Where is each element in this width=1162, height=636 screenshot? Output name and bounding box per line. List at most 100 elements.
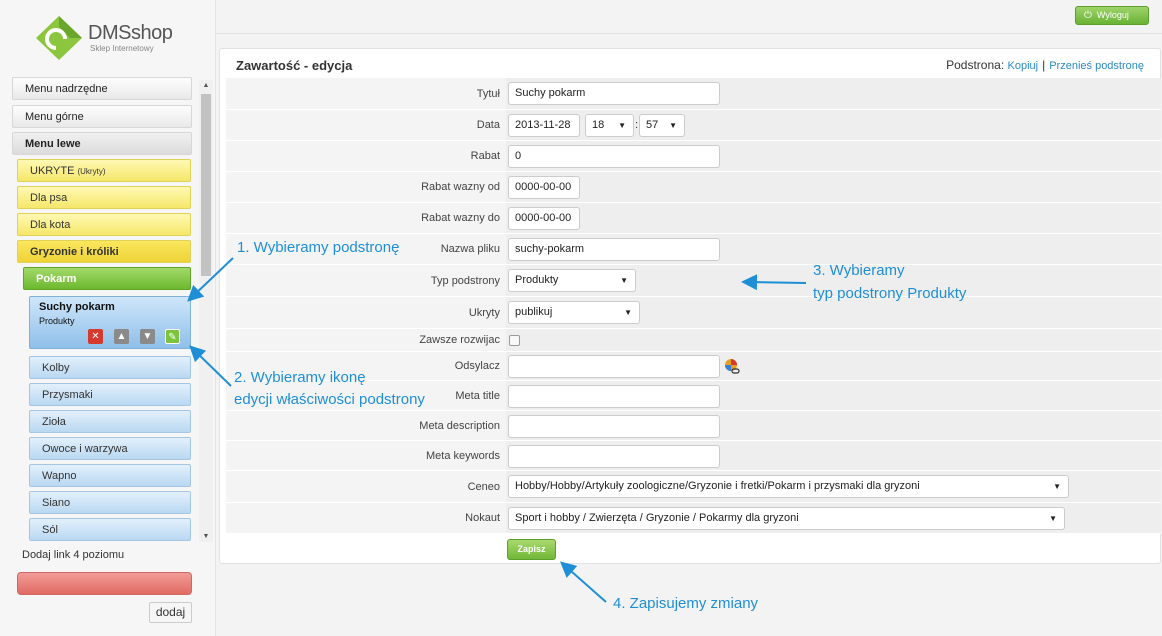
hidden-select[interactable]: publikuj (508, 301, 640, 324)
sidebar-item-label: Pokarm (36, 273, 77, 285)
discount-from-input[interactable]: 0000-00-00 (508, 176, 580, 199)
field-cell (506, 411, 1161, 441)
meta-keywords-input[interactable] (508, 445, 720, 468)
sidebar-item-kolby[interactable]: Kolby (29, 356, 191, 379)
sidebar-item-sol[interactable]: Sól (29, 518, 191, 541)
field-label: Rabat wazny od (226, 172, 506, 203)
field-cell: suchy-pokarm (506, 234, 1161, 265)
sidebar-item-wapno[interactable]: Wapno (29, 464, 191, 487)
sidebar-item-label: Zioła (42, 416, 66, 428)
sidebar-item-przysmaki[interactable]: Przysmaki (29, 383, 191, 406)
sidebar-item-ziola[interactable]: Zioła (29, 410, 191, 433)
sidebar-item-menu-lewe[interactable]: Menu lewe (12, 132, 192, 155)
discount-to-input[interactable]: 0000-00-00 (508, 207, 580, 230)
field-label: Rabat (226, 141, 506, 172)
edit-form: Tytuł Suchy pokarm Data 2013-11-28 18 : … (226, 78, 1161, 534)
always-expand-checkbox[interactable] (509, 335, 520, 346)
logout-button[interactable]: ⏻ Wyloguj (1075, 6, 1149, 25)
form-row-ceneo: Ceneo Hobby/Hobby/Artykuły zoologiczne/G… (226, 471, 1161, 503)
form-row-page-type: Typ podstrony Produkty (226, 265, 1161, 297)
add-link-label: Dodaj link 4 poziomu (22, 549, 125, 561)
sidebar-item-label: UKRYTE (30, 165, 75, 177)
add-button[interactable]: dodaj (149, 602, 192, 623)
link-picker-icon[interactable] (724, 358, 740, 374)
scrollbar-thumb[interactable] (201, 94, 211, 276)
title-input[interactable]: Suchy pokarm (508, 82, 720, 105)
meta-description-input[interactable] (508, 415, 720, 438)
minute-select[interactable]: 57 (639, 114, 685, 137)
sidebar-item-suchy-pokarm[interactable]: Suchy pokarm Produkty ✕ ▲ ▼ ✎ (29, 296, 191, 349)
sidebar-item-ukryte[interactable]: UKRYTE (Ukryty) (17, 159, 191, 182)
edit-icon[interactable]: ✎ (165, 329, 180, 344)
sidebar-item-label: Menu górne (25, 111, 84, 123)
sidebar-item-label: Owoce i warzywa (42, 443, 128, 455)
sidebar-item-label: Menu nadrzędne (25, 83, 108, 95)
form-row-discount-to: Rabat wazny do 0000-00-00 (226, 203, 1161, 234)
sidebar-item-label: Siano (42, 497, 71, 509)
move-down-icon[interactable]: ▼ (140, 329, 155, 344)
hour-select[interactable]: 18 (585, 114, 634, 137)
form-row-redirect: Odsylacz (226, 352, 1161, 381)
scroll-down-icon[interactable]: ▼ (199, 533, 213, 540)
sidebar-item-label: Dla kota (30, 219, 71, 231)
field-label: Ceneo (226, 471, 506, 503)
meta-title-input[interactable] (508, 385, 720, 408)
subpage-actions: Podstrona: Kopiuj | Przenieś podstronę (946, 58, 1144, 72)
subpage-label: Podstrona: (946, 58, 1005, 72)
form-row-discount-from: Rabat wazny od 0000-00-00 (226, 172, 1161, 203)
ceneo-select[interactable]: Hobby/Hobby/Artykuły zoologiczne/Gryzoni… (508, 475, 1069, 498)
scroll-up-icon[interactable]: ▲ (199, 82, 213, 89)
sidebar-item-menu-gorne[interactable]: Menu górne (12, 105, 192, 128)
content-edit-panel: Zawartość - edycja Podstrona: Kopiuj | Prz… (219, 48, 1161, 564)
field-label: Meta description (226, 411, 506, 441)
field-cell: 2013-11-28 18 : 57 (506, 110, 1161, 141)
field-label: Nokaut (226, 503, 506, 534)
logout-label: Wyloguj (1096, 10, 1129, 20)
sidebar-item-label: Menu lewe (25, 138, 81, 150)
panel-title: Zawartość - edycja (236, 58, 353, 73)
field-label: Zawsze rozwijac (226, 329, 506, 352)
sidebar-item-pokarm[interactable]: Pokarm (23, 267, 191, 290)
save-button[interactable]: Zapisz (507, 539, 556, 560)
arrow-step-4 (560, 561, 607, 603)
field-label: Typ podstrony (226, 265, 506, 297)
link-separator: | (1042, 58, 1046, 72)
move-subpage-link[interactable]: Przenieś podstronę (1049, 60, 1144, 72)
hidden-value: publikuj (515, 306, 553, 318)
active-item-title: Suchy pokarm (39, 301, 115, 313)
annotation-step-2-line-2: edycji właściwości podstrony (234, 391, 425, 408)
delete-icon[interactable]: ✕ (88, 329, 103, 344)
date-input[interactable]: 2013-11-28 (508, 114, 580, 137)
form-row-nokaut: Nokaut Sport i hobby / Zwierzęta / Gryzo… (226, 503, 1161, 534)
field-cell: Hobby/Hobby/Artykuły zoologiczne/Gryzoni… (506, 471, 1161, 503)
sidebar-item-dla-psa[interactable]: Dla psa (17, 186, 191, 209)
page-type-select[interactable]: Produkty (508, 269, 636, 292)
field-label: Tytuł (226, 78, 506, 110)
sidebar-item-gryzonie[interactable]: Gryzonie i króliki (17, 240, 191, 263)
redirect-input[interactable] (508, 355, 720, 378)
discount-input[interactable]: 0 (508, 145, 720, 168)
sidebar-menu: Menu nadrzędne Menu górne Menu lewe UKRY… (12, 77, 212, 542)
ceneo-value: Hobby/Hobby/Artykuły zoologiczne/Gryzoni… (515, 480, 920, 492)
field-cell: 0 (506, 141, 1161, 172)
sidebar-item-menu-nadrzedne[interactable]: Menu nadrzędne (12, 77, 192, 100)
copy-link[interactable]: Kopiuj (1008, 60, 1039, 72)
form-row-hidden: Ukryty publikuj (226, 297, 1161, 329)
move-up-icon[interactable]: ▲ (114, 329, 129, 344)
field-label: Rabat wazny do (226, 203, 506, 234)
field-cell: Sport i hobby / Zwierzęta / Gryzonie / P… (506, 503, 1161, 534)
annotation-step-2-line-1: 2. Wybieramy ikonę (234, 369, 366, 386)
sidebar-item-label: Przysmaki (42, 389, 93, 401)
nokaut-select[interactable]: Sport i hobby / Zwierzęta / Gryzonie / P… (508, 507, 1065, 530)
time-separator: : (635, 119, 639, 131)
form-row-discount: Rabat 0 (226, 141, 1161, 172)
brand-tagline: Sklep Internetowy (90, 44, 154, 53)
filename-input[interactable]: suchy-pokarm (508, 238, 720, 261)
sidebar-item-owoce[interactable]: Owoce i warzywa (29, 437, 191, 460)
form-row-always-expand: Zawsze rozwijac (226, 329, 1161, 352)
sidebar-item-siano[interactable]: Siano (29, 491, 191, 514)
sidebar-item-label: Sól (42, 524, 58, 536)
sidebar-item-dla-kota[interactable]: Dla kota (17, 213, 191, 236)
add-link-input[interactable] (17, 572, 192, 595)
sidebar-scrollbar[interactable]: ▲ ▼ (199, 80, 213, 542)
